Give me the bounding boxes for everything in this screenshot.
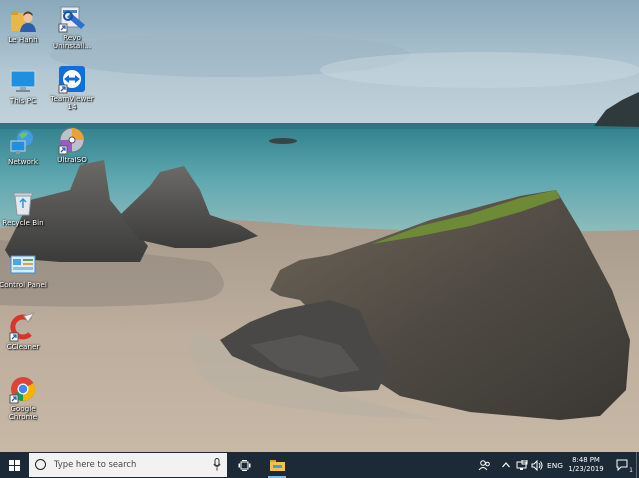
desktop-icon-this-pc[interactable]: This PC xyxy=(0,66,47,105)
chevron-up-icon xyxy=(501,462,510,468)
desktop-icon-label: TeamViewer 14 xyxy=(50,94,94,112)
desktop-icon-label: Revo Uninstall... xyxy=(52,33,92,51)
desktop-icon-ultraiso[interactable]: UltraISO xyxy=(48,125,96,164)
ccleaner-icon xyxy=(9,312,36,342)
network-tray-button[interactable] xyxy=(514,452,529,478)
desktop-icon-control-panel[interactable]: Control Panel xyxy=(0,250,47,289)
desktop-icon-le-hanh[interactable]: Le Hanh xyxy=(0,5,47,44)
chrome-icon xyxy=(9,377,36,404)
ultraiso-disc-icon xyxy=(58,127,85,155)
desktop-icon-network[interactable]: Network xyxy=(0,127,47,166)
desktop-icon-label: Le Hanh xyxy=(8,35,38,44)
clock-time: 8:48 PM xyxy=(572,456,600,464)
desktop-icon-label: Google Chrome xyxy=(8,404,38,422)
computer-icon xyxy=(10,70,36,92)
teamviewer-icon xyxy=(58,66,85,94)
desktop-icon-label: UltraISO xyxy=(57,155,87,164)
speaker-icon xyxy=(531,459,542,471)
desktop-icon-recycle-bin[interactable]: Recycle Bin xyxy=(0,188,47,227)
desktop-icon-label: Recycle Bin xyxy=(2,218,44,227)
network-icon xyxy=(10,130,33,154)
start-button[interactable] xyxy=(0,452,29,478)
task-view-icon xyxy=(238,459,250,471)
people-icon xyxy=(478,459,490,470)
revo-uninstaller-icon xyxy=(58,6,85,33)
notification-icon xyxy=(616,459,628,471)
task-view-button[interactable] xyxy=(231,452,257,478)
desktop-icon-label: Network xyxy=(7,157,38,166)
desktop[interactable]: Le Hanh Revo Uninstall... This PC TeamVi… xyxy=(0,0,639,452)
taskbar-search-box[interactable]: Type here to search xyxy=(29,453,227,477)
input-language-indicator[interactable]: ENG xyxy=(545,452,565,478)
file-explorer-button[interactable] xyxy=(263,452,291,478)
windows-logo-icon xyxy=(9,459,20,471)
desktop-icon-label: CCleaner xyxy=(6,342,40,351)
desktop-icon-teamviewer[interactable]: TeamViewer 14 xyxy=(48,64,96,111)
user-folder-icon xyxy=(11,11,36,32)
taskbar: Type here to search ENG 8:48 PM 1/23/201… xyxy=(0,452,639,478)
taskbar-clock[interactable]: 8:48 PM 1/23/2019 xyxy=(566,452,606,478)
action-center-button[interactable]: 1 xyxy=(612,452,634,478)
desktop-icon-google-chrome[interactable]: Google Chrome xyxy=(0,374,47,421)
volume-button[interactable] xyxy=(529,452,544,478)
show-hidden-icons-button[interactable] xyxy=(499,452,512,478)
microphone-icon[interactable] xyxy=(213,458,221,471)
control-panel-icon xyxy=(10,255,36,274)
cortana-icon xyxy=(35,459,46,470)
network-status-icon xyxy=(516,459,527,470)
desktop-icon-revo-uninstaller[interactable]: Revo Uninstall... xyxy=(48,3,96,50)
recycle-bin-icon xyxy=(13,192,33,216)
desktop-icon-label: This PC xyxy=(9,96,37,105)
notification-count-badge: 1 xyxy=(629,467,633,474)
search-placeholder: Type here to search xyxy=(54,459,137,469)
clock-date: 1/23/2019 xyxy=(568,465,604,473)
people-button[interactable] xyxy=(475,452,493,478)
folder-icon xyxy=(269,460,285,471)
desktop-icon-label: Control Panel xyxy=(0,280,47,289)
desktop-icon-ccleaner[interactable]: CCleaner xyxy=(0,312,47,351)
